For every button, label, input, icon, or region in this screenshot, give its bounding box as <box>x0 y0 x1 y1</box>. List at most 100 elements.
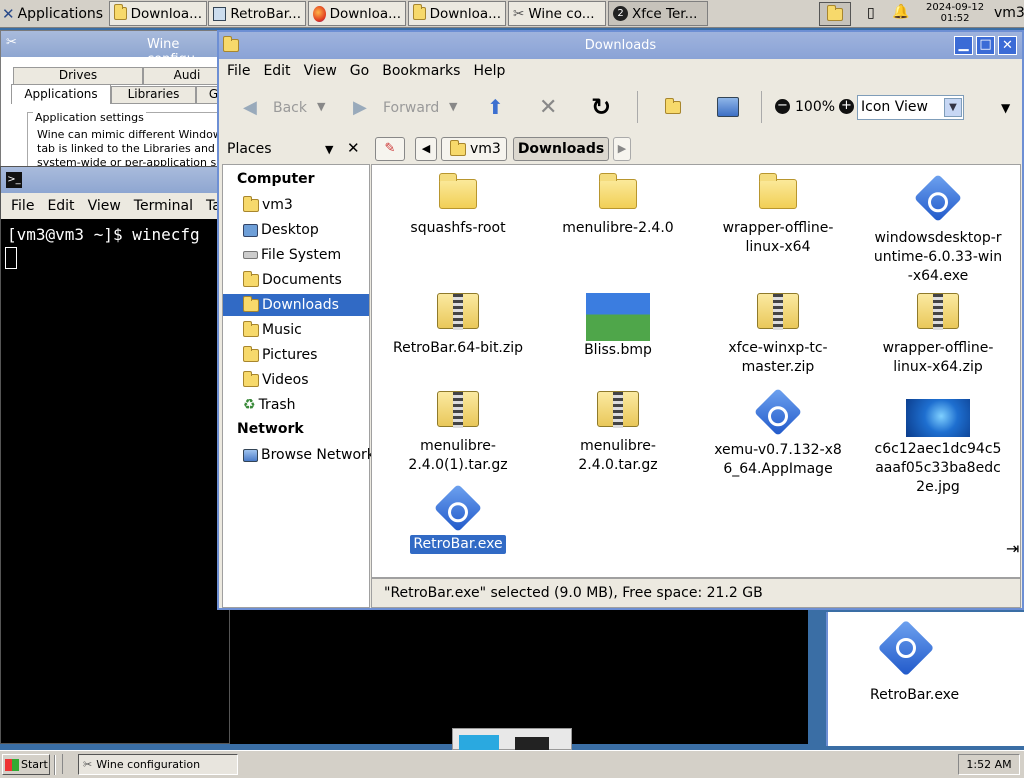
back-button[interactable]: Back <box>273 100 307 116</box>
zoom-in-icon[interactable]: + <box>839 99 854 114</box>
menu-help[interactable]: Help <box>473 63 505 79</box>
archive-icon <box>437 391 479 428</box>
terminal-titlebar[interactable]: >_ <box>1 167 229 193</box>
chevron-down-icon: ▼ <box>944 98 962 117</box>
file-item[interactable]: xfce-winxp-tc-master.zip <box>698 293 858 377</box>
close-button[interactable]: ✕ <box>998 36 1017 55</box>
reload-icon[interactable]: ↻ <box>591 93 611 121</box>
wine-titlebar[interactable]: ✂ Wine configu <box>1 31 231 67</box>
zoom-out-icon[interactable]: − <box>775 99 790 114</box>
sidebar-item-videos[interactable]: Videos <box>243 369 309 391</box>
fm-titlebar[interactable]: Downloads ▁ □ ✕ <box>219 32 1022 59</box>
sidebar-item-browse-network[interactable]: Browse Network <box>243 444 375 466</box>
task-label: Downloa... <box>329 5 401 22</box>
edit-location-icon[interactable]: ✎ <box>375 137 405 161</box>
forward-arrow-icon[interactable]: ▶ <box>353 97 367 118</box>
toolbar-overflow-icon[interactable]: ▼ <box>1001 101 1010 115</box>
tab-libraries[interactable]: Libraries <box>111 86 196 104</box>
file-item[interactable]: Bliss.bmp <box>538 293 698 360</box>
path-button-downloads[interactable]: Downloads <box>513 137 609 161</box>
forward-button[interactable]: Forward <box>383 100 439 116</box>
menu-file[interactable]: File <box>11 198 34 214</box>
sidebar-item-desktop[interactable]: Desktop <box>243 219 319 241</box>
computer-icon[interactable] <box>717 97 739 117</box>
file-item[interactable]: squashfs-root <box>378 173 538 238</box>
sidebar-item-trash[interactable]: ♻ Trash <box>243 394 296 416</box>
path-scroll-right-icon[interactable]: ▶ <box>613 137 631 161</box>
bottom-taskbar: Start ✂ Wine configuration 1:52 AM <box>0 750 1024 778</box>
menu-view[interactable]: View <box>304 63 337 79</box>
image-icon <box>906 399 970 437</box>
notification-bell-icon[interactable]: 🔔 <box>892 4 909 20</box>
places-dropdown-icon[interactable]: ▼ <box>325 143 333 156</box>
file-item[interactable]: c6c12aec1dc94c5aaaf05c33ba8edc2e.jpg <box>858 391 1018 497</box>
menu-file[interactable]: File <box>227 63 250 79</box>
file-item[interactable]: wrapper-offline-linux-x64.zip <box>858 293 1018 377</box>
task-downloads-firefox[interactable]: Downloa... <box>308 1 406 26</box>
home-folder-icon[interactable] <box>665 98 681 118</box>
maximize-button[interactable]: □ <box>976 36 995 55</box>
dock-thumb-1[interactable] <box>459 735 499 751</box>
panel-clock[interactable]: 2024-09-12 01:52 <box>926 2 984 24</box>
menu-view[interactable]: View <box>88 198 121 214</box>
menu-edit[interactable]: Edit <box>263 63 290 79</box>
tab-applications[interactable]: Applications <box>11 84 111 104</box>
file-item[interactable]: wrapper-offline-linux-x64 <box>698 173 858 257</box>
view-mode-select[interactable]: Icon View ▼ <box>857 95 964 120</box>
workspace-switcher[interactable] <box>819 2 851 26</box>
sidebar-item-documents[interactable]: Documents <box>243 269 342 291</box>
taskbar-item-wine-config[interactable]: ✂ Wine configuration <box>78 754 238 775</box>
task-downloads-1[interactable]: Downloa... <box>109 1 207 26</box>
tab-drives[interactable]: Drives <box>13 67 143 85</box>
up-arrow-icon[interactable]: ⬆ <box>487 95 504 119</box>
sidebar-item-pictures[interactable]: Pictures <box>243 344 317 366</box>
forward-history-dropdown-icon[interactable]: ▼ <box>449 100 457 113</box>
file-label: menulibre-2.4.0.tar.gz <box>578 438 658 473</box>
file-item-selected[interactable]: RetroBar.exe <box>378 483 538 554</box>
archive-icon <box>437 293 479 330</box>
file-item[interactable]: menulibre-2.4.0(1).tar.gz <box>378 391 538 475</box>
menu-terminal[interactable]: Terminal <box>134 198 193 214</box>
stop-icon[interactable]: ✕ <box>539 95 557 120</box>
task-downloads-2[interactable]: Downloa... <box>408 1 506 26</box>
desktop-retrobar-icon[interactable] <box>877 619 935 677</box>
taskbar-clock[interactable]: 1:52 AM <box>958 754 1020 775</box>
sidebar-item-downloads[interactable]: Downloads <box>223 294 369 316</box>
archive-icon <box>917 293 959 330</box>
menu-bookmarks[interactable]: Bookmarks <box>382 63 460 79</box>
file-item[interactable]: menulibre-2.4.0 <box>538 173 698 238</box>
file-manager-window: Downloads ▁ □ ✕ File Edit View Go Bookma… <box>217 30 1024 610</box>
back-history-dropdown-icon[interactable]: ▼ <box>317 100 325 113</box>
file-icon-view[interactable]: squashfs-root menulibre-2.4.0 wrapper-of… <box>371 164 1021 578</box>
folder-icon <box>223 36 239 56</box>
applications-menu-button[interactable]: ✕ Applications <box>2 2 103 25</box>
sidebar-item-vm3[interactable]: vm3 <box>243 194 293 216</box>
task-terminal[interactable]: 2 Xfce Ter... <box>608 1 708 26</box>
terminal-window[interactable]: >_ File Edit View Terminal Tabs [vm3@vm3… <box>0 166 237 744</box>
sidebar-item-filesystem[interactable]: File System <box>243 244 341 266</box>
menu-go[interactable]: Go <box>350 63 369 79</box>
taskbar-item-label: Wine configuration <box>96 758 201 771</box>
battery-icon[interactable]: ▯ <box>867 5 875 21</box>
executable-icon <box>877 619 935 677</box>
file-item[interactable]: RetroBar.64-bit.zip <box>378 293 538 358</box>
user-menu[interactable]: vm3 <box>994 5 1024 21</box>
file-label: c6c12aec1dc94c5aaaf05c33ba8edc2e.jpg <box>874 441 1002 495</box>
videos-folder-icon <box>243 370 259 387</box>
dock-thumb-2[interactable] <box>515 737 549 751</box>
task-retrobar[interactable]: RetroBar... <box>208 1 306 26</box>
task-wine-config[interactable]: ✂ Wine co... <box>508 1 606 26</box>
file-item[interactable]: xemu-v0.7.132-x86_64.AppImage <box>698 387 858 479</box>
sidebar-item-music[interactable]: Music <box>243 319 302 341</box>
file-item[interactable]: windowsdesktop-runtime-6.0.33-win-x64.ex… <box>858 173 1018 286</box>
close-sidepane-icon[interactable]: ✕ <box>347 139 360 157</box>
start-button[interactable]: Start <box>2 754 50 775</box>
path-button-vm3[interactable]: vm3 <box>441 137 507 161</box>
terminal-body-extended[interactable] <box>230 610 808 744</box>
back-arrow-icon[interactable]: ◀ <box>243 97 257 118</box>
file-item[interactable]: menulibre-2.4.0.tar.gz <box>538 391 698 475</box>
minimize-button[interactable]: ▁ <box>954 36 973 55</box>
path-scroll-left-icon[interactable]: ◀ <box>415 137 437 161</box>
menu-edit[interactable]: Edit <box>47 198 74 214</box>
folder-icon <box>439 173 477 209</box>
